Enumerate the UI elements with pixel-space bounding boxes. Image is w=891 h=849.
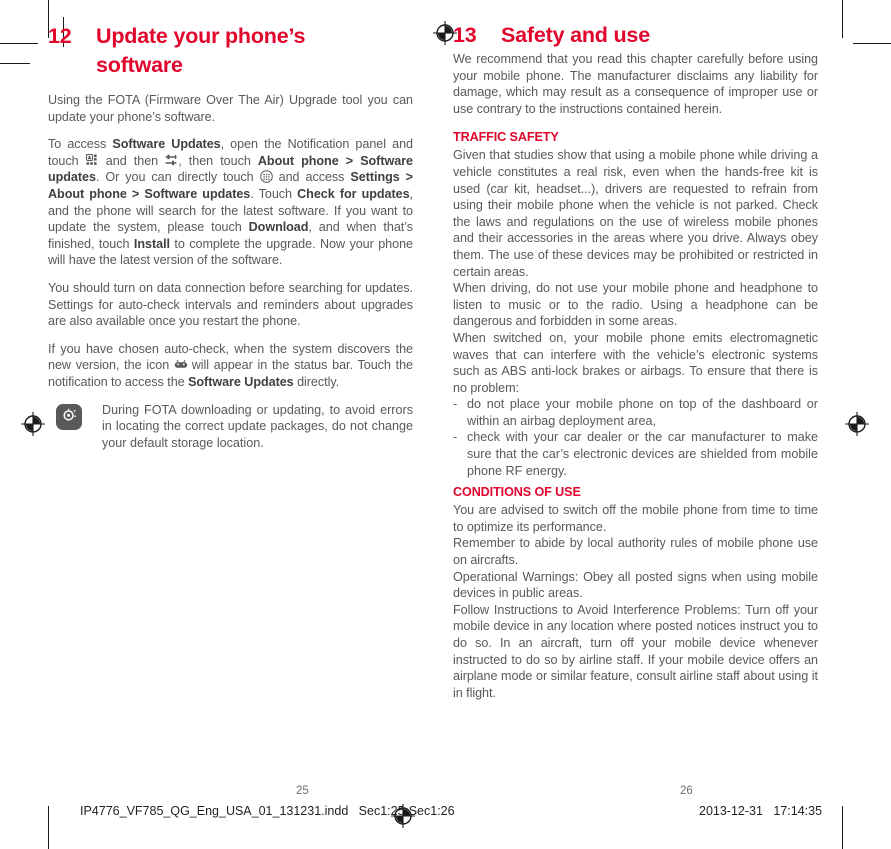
seg-text: , then touch [178, 153, 258, 168]
paragraph-data-connection: You should turn on data connection befor… [48, 280, 413, 329]
list-item: - do not place your mobile phone on top o… [453, 396, 818, 429]
printer-file-name: IP4776_VF785_QG_Eng_USA_01_131231.indd S… [80, 804, 455, 818]
conditions-para-4: Follow Instructions to Avoid Interferenc… [453, 602, 818, 700]
page-number-right: 26 [680, 785, 693, 797]
paragraph-access-software-updates: To access Software Updates, open the Not… [48, 136, 413, 269]
chapter-12-number: 12 [48, 24, 72, 48]
dash-bullet: - [453, 397, 458, 412]
seg-text: and then [98, 153, 166, 168]
list-item-text: do not place your mobile phone on top of… [467, 397, 818, 428]
paragraph-fota-intro: Using the FOTA (Firmware Over The Air) U… [48, 93, 413, 124]
settings-sliders-icon [165, 154, 178, 167]
traffic-safety-para-3: When switched on, your mobile phone emit… [453, 330, 818, 395]
seg-bold: Check for updates [297, 186, 410, 201]
chapter-12-heading: 12 Update your phone’s software [48, 22, 413, 80]
seg-text: . Touch [250, 186, 298, 201]
left-page-column: 12 Update your phone’s software Using th… [48, 22, 413, 701]
page-number-left: 25 [296, 785, 309, 797]
right-page-column: 13 Safety and use We recommend that you … [453, 22, 818, 701]
conditions-para-2: Remember to abide by local authority rul… [453, 536, 818, 568]
seg-bold: Install [133, 236, 170, 251]
traffic-safety-bullet-list: - do not place your mobile phone on top o… [453, 396, 818, 479]
section-heading-conditions-of-use: CONDITIONS OF USE [453, 485, 581, 500]
dash-bullet: - [453, 430, 458, 445]
paragraph-safety-intro: We recommend that you read this chapter … [453, 52, 818, 116]
tip-lightbulb-icon [56, 403, 82, 430]
seg-text: and access [272, 170, 351, 185]
conditions-para-3: Operational Warnings: Obey all posted si… [453, 569, 818, 601]
chapter-13-title: Safety and use [501, 23, 650, 47]
chapter-13-number: 13 [453, 23, 477, 47]
section-heading-traffic-safety: TRAFFIC SAFETY [453, 130, 559, 145]
seg-bold: Download [248, 220, 309, 235]
autocheck-part3: directly. [293, 374, 340, 389]
chapter-12-title: Update your phone’s software [96, 24, 306, 77]
crop-mark-top-right-horizontal [853, 43, 891, 44]
crop-mark-top-left-horizontal [0, 43, 38, 44]
registration-mark-right [844, 411, 870, 437]
crop-mark-top-left-bleed-h [0, 63, 30, 64]
page-spread: 12 Update your phone’s software Using th… [48, 22, 843, 797]
apps-grid-icon [85, 153, 99, 167]
conditions-para-1: You are advised to switch off the mobile… [453, 503, 818, 534]
list-item: - check with your car dealer or the car m… [453, 429, 818, 479]
seg-bold: Software Updates [112, 137, 221, 152]
autocheck-bold: Software Updates [188, 374, 294, 389]
chapter-13-heading: 13 Safety and use [453, 22, 818, 48]
printer-timestamp: 2013-12-31 17:14:35 [699, 804, 823, 818]
registration-mark-left [20, 411, 46, 437]
app-drawer-icon [259, 170, 273, 184]
note-box: During FOTA downloading or updating, to … [48, 402, 413, 452]
seg-text: To access [48, 137, 113, 152]
android-robot-icon [174, 358, 188, 371]
note-text: During FOTA downloading or updating, to … [102, 402, 413, 450]
paragraph-auto-check: If you have chosen auto-check, when the … [48, 341, 413, 391]
printer-slug-bar: IP4776_VF785_QG_Eng_USA_01_131231.indd S… [0, 804, 891, 828]
seg-text: . Or you can directly touch [95, 170, 260, 185]
traffic-safety-para-2: When driving, do not use your mobile pho… [453, 281, 818, 329]
traffic-safety-para-1: Given that studies show that using a mob… [453, 148, 818, 279]
list-item-text: check with your car dealer or the car ma… [467, 430, 818, 478]
